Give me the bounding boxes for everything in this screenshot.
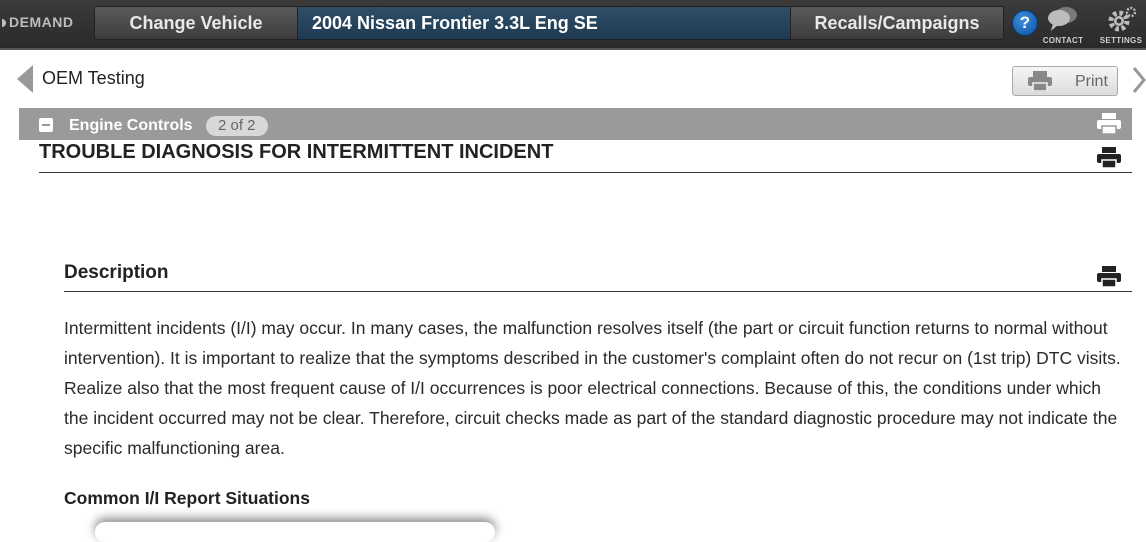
settings-button[interactable]: SETTINGS <box>1096 4 1146 46</box>
group-header: Engine Controls 2 of 2 <box>19 108 1132 140</box>
title-divider <box>39 172 1132 173</box>
document-title: TROUBLE DIAGNOSIS FOR INTERMITTENT INCID… <box>39 141 554 163</box>
description-text: Intermittent incidents (I/I) may occur. … <box>64 318 1121 458</box>
subsection-heading: Common I/I Report Situations <box>64 488 310 508</box>
contact-label: CONTACT <box>1042 36 1084 45</box>
contact-icon <box>1048 7 1077 31</box>
top-bar: DEMAND Change Vehicle 2004 Nissan Fronti… <box>0 0 1146 50</box>
printer-icon[interactable] <box>1097 266 1121 288</box>
printer-icon <box>1028 71 1052 91</box>
change-vehicle-button[interactable]: Change Vehicle <box>94 6 298 40</box>
print-button[interactable]: Print <box>1012 66 1118 96</box>
contact-button[interactable]: CONTACT <box>1040 4 1086 46</box>
vehicle-name: 2004 Nissan Frontier 3.3L Eng SE <box>298 6 790 40</box>
brand-logo: DEMAND <box>0 0 92 44</box>
print-label: Print <box>1075 73 1108 90</box>
brand-text: DEMAND <box>9 14 74 30</box>
settings-icon <box>1108 6 1137 32</box>
page-counter-badge: 2 of 2 <box>206 116 268 136</box>
printer-icon[interactable] <box>1096 113 1122 135</box>
group-label: Engine Controls <box>69 117 193 134</box>
chevron-left-icon[interactable] <box>15 65 35 93</box>
description-heading: Description <box>64 262 169 283</box>
recalls-campaigns-button[interactable]: Recalls/Campaigns <box>790 6 1004 40</box>
printer-icon[interactable] <box>1097 147 1121 169</box>
collapsed-panel <box>95 522 495 542</box>
collapse-icon[interactable] <box>39 118 53 132</box>
brand-mark <box>2 19 6 28</box>
help-icon[interactable]: ? <box>1012 10 1038 36</box>
settings-label: SETTINGS <box>1099 36 1143 45</box>
description-divider <box>64 291 1132 292</box>
chevron-right-icon[interactable] <box>1131 66 1146 94</box>
section-title: OEM Testing <box>42 68 145 88</box>
